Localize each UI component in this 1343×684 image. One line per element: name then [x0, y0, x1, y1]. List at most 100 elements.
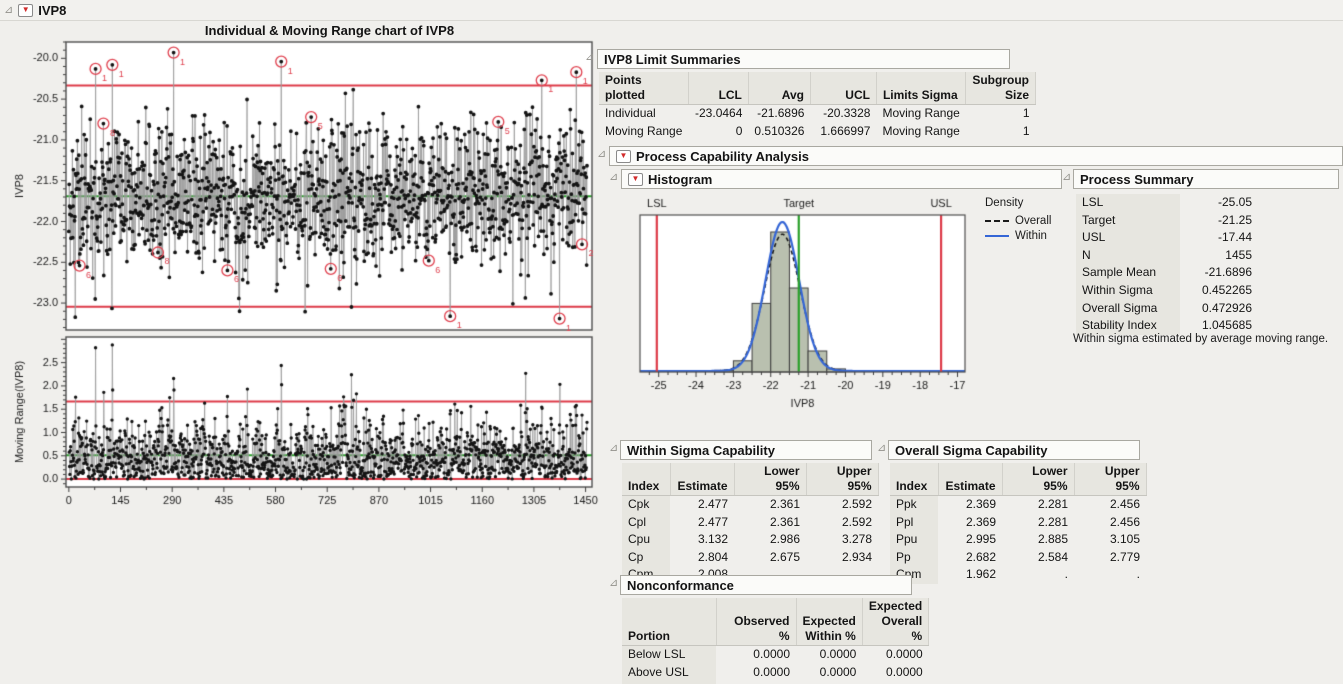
table-row: Cpm1.962.. — [890, 566, 1146, 584]
table-header-row: PortionObserved %Expected Within %Expect… — [622, 598, 929, 646]
disclosure-triangle-icon[interactable]: ⊿ — [609, 172, 618, 183]
histogram-header: ▼ Histogram — [621, 169, 1062, 189]
legend-title: Density — [985, 197, 1051, 209]
table-cell: 2.369 — [938, 496, 1002, 514]
table-cell: 1.666997 — [810, 123, 876, 141]
process-summary-title: Process Summary — [1080, 172, 1193, 187]
column-header: LCL — [688, 72, 748, 105]
table-cell: 2.934 — [806, 549, 878, 567]
table-cell: 2.986 — [734, 531, 806, 549]
table-row: Target-21.25 — [1076, 212, 1258, 230]
table-row: Within Sigma0.452265 — [1076, 282, 1258, 300]
nonconformance-header: Nonconformance — [620, 575, 912, 595]
individual-moving-range-chart[interactable] — [6, 38, 606, 516]
table-cell: 2.584 — [1002, 549, 1074, 567]
table-cell: 0.452265 — [1180, 282, 1258, 300]
red-triangle-menu-icon[interactable]: ▼ — [628, 173, 643, 186]
legend-label: Within — [1015, 230, 1047, 242]
table-cell: 0.0000 — [716, 646, 796, 664]
table-cell: 2.281 — [1002, 514, 1074, 532]
table-row: Sample Mean-21.6896 — [1076, 264, 1258, 282]
table-cell: Within Sigma — [1076, 282, 1180, 300]
within-density-line-icon — [985, 235, 1009, 237]
legend-label: Overall — [1015, 215, 1051, 227]
column-header: Avg — [748, 72, 810, 105]
table-cell: 1 — [966, 123, 1036, 141]
data-table: IndexEstimateLower 95%Upper 95%Ppk2.3692… — [890, 463, 1147, 584]
red-triangle-menu-icon[interactable]: ▼ — [18, 4, 33, 17]
data-table: Points plottedLCLAvgUCLLimits SigmaSubgr… — [599, 72, 1036, 140]
table-cell: Target — [1076, 212, 1180, 230]
table-cell: 2.779 — [1074, 549, 1146, 567]
table-header-row: Points plottedLCLAvgUCLLimits SigmaSubgr… — [599, 72, 1036, 105]
disclosure-triangle-icon[interactable]: ⊿ — [1062, 172, 1071, 183]
table-cell: Cpu — [622, 531, 670, 549]
table-cell: Overall Sigma — [1076, 300, 1180, 318]
table-row: Pp2.6822.5842.779 — [890, 549, 1146, 567]
column-header: Subgroup Size — [966, 72, 1036, 105]
column-header: Expected Overall % — [862, 598, 928, 646]
table-cell: -23.0464 — [688, 105, 748, 123]
column-header: Index — [890, 463, 938, 496]
disclosure-triangle-icon[interactable]: ⊿ — [609, 443, 618, 454]
table-cell: Moving Range — [599, 123, 688, 141]
overall-density-line-icon — [985, 220, 1009, 222]
table-cell: 2.456 — [1074, 514, 1146, 532]
table-cell: 0.0000 — [716, 664, 796, 682]
control-chart-title: Individual & Moving Range chart of IVP8 — [66, 23, 593, 38]
table-cell: -25.05 — [1180, 194, 1258, 212]
table-row: Individual-23.0464-21.6896-20.3328Moving… — [599, 105, 1036, 123]
report-title: IVP8 — [38, 3, 66, 18]
disclosure-triangle-icon[interactable]: ⊿ — [609, 578, 618, 589]
table-cell: -17.44 — [1180, 229, 1258, 247]
disclosure-triangle-icon[interactable]: ⊿ — [4, 5, 13, 16]
limit-summaries-header: IVP8 Limit Summaries — [597, 49, 1010, 69]
table-cell: 2.592 — [806, 496, 878, 514]
table-cell: USL — [1076, 229, 1180, 247]
column-header: Points plotted — [599, 72, 688, 105]
table-row: N1455 — [1076, 247, 1258, 265]
disclosure-triangle-icon[interactable]: ⊿ — [585, 52, 594, 63]
table-cell: Above USL — [622, 664, 716, 682]
table-row: USL-17.44 — [1076, 229, 1258, 247]
table-cell: 2.995 — [938, 531, 1002, 549]
table-cell: 2.675 — [734, 549, 806, 567]
process-summary-table: LSL-25.05Target-21.25USL-17.44N1455Sampl… — [1076, 194, 1258, 335]
disclosure-triangle-icon[interactable]: ⊿ — [877, 443, 886, 454]
table-cell: 2.477 — [670, 514, 734, 532]
table-cell: -21.6896 — [1180, 264, 1258, 282]
column-header: Limits Sigma — [876, 72, 965, 105]
jmp-report-window: ⊿ ▼ IVP8 Individual & Moving Range chart… — [0, 0, 1343, 684]
table-cell: Cp — [622, 549, 670, 567]
table-row: Above USL0.00000.00000.0000 — [622, 664, 929, 682]
table-row: Ppl2.3692.2812.456 — [890, 514, 1146, 532]
process-capability-header: ▼ Process Capability Analysis — [609, 146, 1343, 166]
table-cell: 0.510326 — [748, 123, 810, 141]
data-table: LSL-25.05Target-21.25USL-17.44N1455Sampl… — [1076, 194, 1258, 335]
table-cell: Below LSL — [622, 646, 716, 664]
legend-item-within: Within — [985, 230, 1051, 242]
within-sigma-note: Within sigma estimated by average moving… — [1073, 333, 1343, 345]
column-header: Lower 95% — [1002, 463, 1074, 496]
red-triangle-menu-icon[interactable]: ▼ — [616, 150, 631, 163]
table-cell: Ppl — [890, 514, 938, 532]
table-row: Cpl2.4772.3612.592 — [622, 514, 878, 532]
table-cell: Ppk — [890, 496, 938, 514]
column-header: Lower 95% — [734, 463, 806, 496]
density-legend: Density Overall Within — [985, 197, 1051, 242]
table-cell: Sample Mean — [1076, 264, 1180, 282]
red-triangle-glyph: ▼ — [632, 175, 640, 183]
column-header: Upper 95% — [1074, 463, 1146, 496]
histogram-canvas[interactable] — [630, 194, 975, 412]
table-cell: -21.25 — [1180, 212, 1258, 230]
within-capability-table: IndexEstimateLower 95%Upper 95%Cpk2.4772… — [622, 463, 879, 584]
table-header-row: IndexEstimateLower 95%Upper 95% — [890, 463, 1146, 496]
table-row: Below LSL0.00000.00000.0000 — [622, 646, 929, 664]
disclosure-triangle-icon[interactable]: ⊿ — [597, 149, 606, 160]
table-cell: 3.278 — [806, 531, 878, 549]
table-row: LSL-25.05 — [1076, 194, 1258, 212]
table-cell: -20.3328 — [810, 105, 876, 123]
column-header: Portion — [622, 598, 716, 646]
table-cell: 2.804 — [670, 549, 734, 567]
process-summary-header: Process Summary — [1073, 169, 1339, 189]
